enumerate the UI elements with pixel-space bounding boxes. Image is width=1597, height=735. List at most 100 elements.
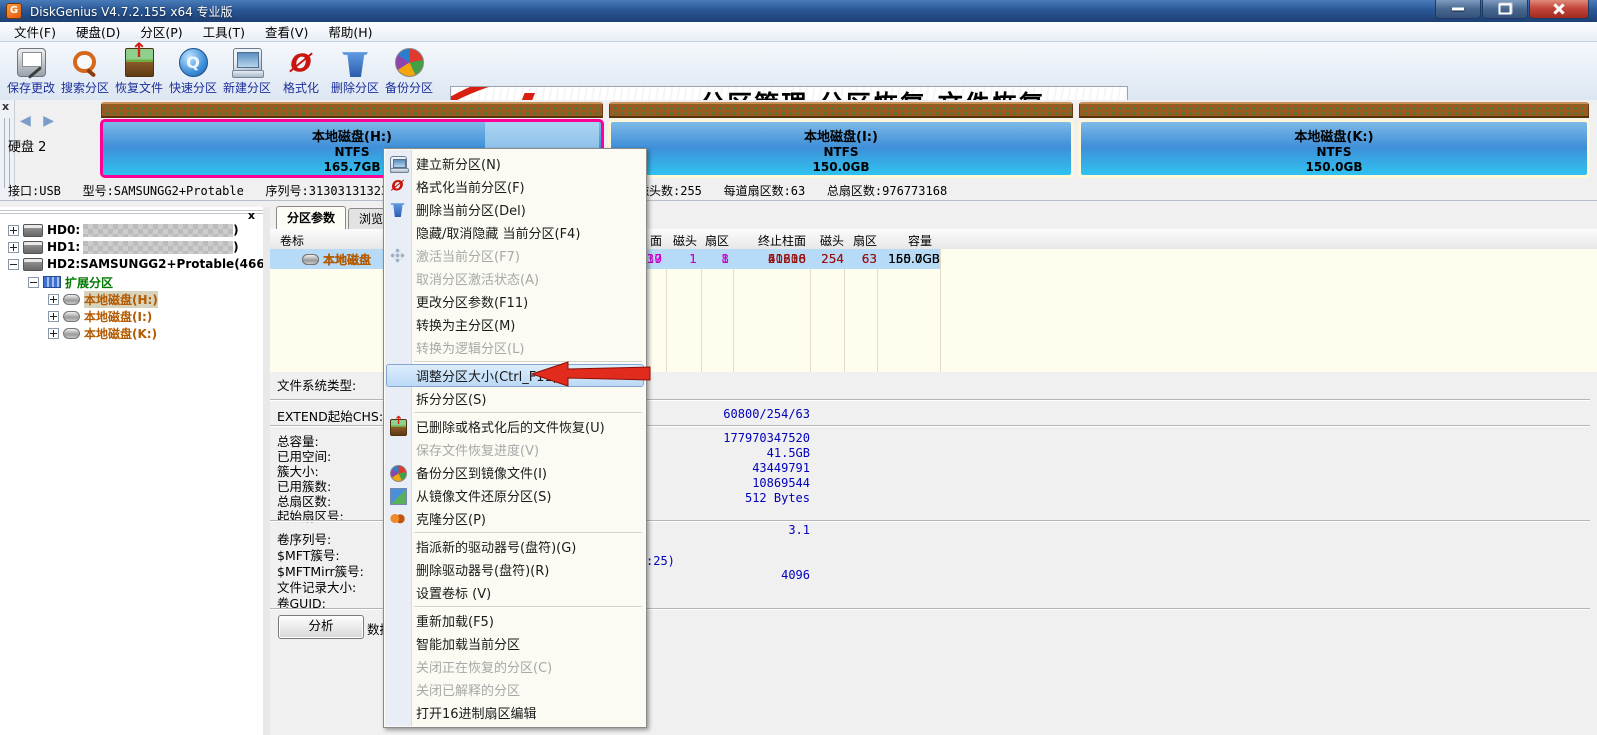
- context-menu-item[interactable]: 激活当前分区(F7): [384, 244, 646, 267]
- menu-item-icon: [390, 294, 405, 309]
- toolbar-button[interactable]: 备份分区: [382, 44, 436, 98]
- menu-item-icon: [390, 340, 405, 355]
- tree-close-icon[interactable]: x: [248, 209, 255, 222]
- red-arrow-annotation: [530, 360, 652, 388]
- column-header[interactable]: 卷标: [280, 232, 304, 249]
- dock-close-icon[interactable]: x: [2, 101, 9, 112]
- toolbar-button[interactable]: 恢复文件: [112, 44, 166, 98]
- toolbar-button-label: 搜索分区: [61, 79, 109, 96]
- context-menu-item[interactable]: 关闭已解释的分区: [384, 678, 646, 701]
- context-menu-item[interactable]: 指派新的驱动器号(盘符)(G): [384, 535, 646, 558]
- menu-item-icon: [390, 585, 405, 600]
- context-menu-item[interactable]: 重新加载(F5): [384, 609, 646, 632]
- expand-icon[interactable]: [8, 225, 19, 236]
- context-menu-item[interactable]: 设置卷标 (V): [384, 581, 646, 604]
- tab-partition-params[interactable]: 分区参数: [276, 206, 346, 229]
- context-menu-item[interactable]: 转换为逻辑分区(L): [384, 336, 646, 359]
- context-menu-item[interactable]: 建立新分区(N): [384, 152, 646, 175]
- toolbar-icon: [233, 48, 262, 77]
- menu-item-icon: [390, 613, 405, 628]
- detail-label: 总扇区数:: [277, 491, 344, 506]
- minimize-button[interactable]: [1435, 0, 1481, 19]
- context-menu-item[interactable]: 更改分区参数(F11): [384, 290, 646, 313]
- collapse-icon[interactable]: [8, 259, 19, 270]
- menu-bar-item[interactable]: 查看(V): [255, 20, 318, 43]
- toolbar-button[interactable]: 快速分区: [166, 44, 220, 98]
- detail-label: 卷序列号:: [277, 529, 364, 545]
- disk-type-bar: [1079, 102, 1589, 118]
- context-menu-item[interactable]: 删除驱动器号(盘符)(R): [384, 558, 646, 581]
- close-button[interactable]: [1529, 0, 1589, 19]
- context-menu-item[interactable]: 关闭正在恢复的分区(C): [384, 655, 646, 678]
- column-header[interactable]: 扇区: [705, 232, 729, 249]
- detail-label: 文件记录大小:: [277, 577, 364, 593]
- context-menu-item[interactable]: 备份分区到镜像文件(I): [384, 461, 646, 484]
- toolbar-button-label: 删除分区: [331, 79, 379, 96]
- toolbar-button[interactable]: 删除分区: [328, 44, 382, 98]
- context-menu-item[interactable]: 从镜像文件还原分区(S): [384, 484, 646, 507]
- analyze-button[interactable]: 分析: [278, 615, 364, 639]
- expand-icon[interactable]: [48, 311, 59, 322]
- restore-button[interactable]: [1482, 0, 1528, 19]
- toolbar-button[interactable]: 格式化: [274, 44, 328, 98]
- menu-item-icon: [390, 488, 407, 505]
- tree-item-extended[interactable]: 扩展分区: [28, 274, 113, 290]
- harddisk-icon: [23, 258, 43, 271]
- column-header[interactable]: 终止柱面: [758, 232, 806, 249]
- column-header[interactable]: 容量: [908, 232, 932, 249]
- tree-item-hd1[interactable]: HD1: ): [8, 239, 239, 255]
- tree-item-hd2[interactable]: HD2:SAMSUNGG2+Protable(466GB): [8, 256, 289, 272]
- toolbar: 保存更改 搜索分区 恢复文件 快速分区: [0, 42, 1597, 101]
- app-icon: G: [6, 3, 22, 19]
- tree-item-disk-k[interactable]: 本地磁盘(K:): [48, 325, 157, 341]
- context-menu-item[interactable]: 取消分区激活状态(A): [384, 267, 646, 290]
- toolbar-icon: [179, 48, 208, 77]
- column-header[interactable]: 磁头: [673, 232, 697, 249]
- context-menu-item[interactable]: 拆分分区(S): [384, 387, 646, 410]
- expand-icon[interactable]: [48, 294, 59, 305]
- disk-nav-arrows[interactable]: ◀ ▶: [20, 113, 58, 129]
- tree-item-disk-i[interactable]: 本地磁盘(I:): [48, 308, 152, 324]
- detail-label: 卷GUID:: [277, 593, 364, 609]
- expand-icon[interactable]: [48, 328, 59, 339]
- menu-bar-item[interactable]: 工具(T): [193, 20, 255, 43]
- toolbar-button-label: 格式化: [283, 79, 319, 96]
- menu-item-icon: [390, 442, 405, 457]
- context-menu-item[interactable]: 智能加载当前分区: [384, 632, 646, 655]
- menu-bar-item[interactable]: 文件(F): [4, 20, 66, 43]
- context-menu-item[interactable]: 隐藏/取消隐藏 当前分区(F4): [384, 221, 646, 244]
- toolbar-button[interactable]: 保存更改: [4, 44, 58, 98]
- context-menu-item[interactable]: 已删除或格式化后的文件恢复(U): [384, 415, 646, 438]
- collapse-icon[interactable]: [28, 277, 39, 288]
- partition-block-k[interactable]: 本地磁盘(K:) NTFS 150.0GB: [1078, 102, 1590, 178]
- partition-size: 150.0GB: [1081, 160, 1587, 175]
- context-menu-item[interactable]: 克隆分区(P): [384, 507, 646, 530]
- toolbar-button-label: 保存更改: [7, 79, 55, 96]
- menu-bar: 文件(F)硬盘(D)分区(P)工具(T)查看(V)帮助(H): [0, 22, 1597, 42]
- partition-fs: NTFS: [611, 145, 1071, 160]
- context-menu-item[interactable]: 打开16进制扇区编辑: [384, 701, 646, 724]
- menu-bar-item[interactable]: 帮助(H): [318, 20, 382, 43]
- context-menu-item[interactable]: 保存文件恢复进度(V): [384, 438, 646, 461]
- column-header[interactable]: 扇区: [853, 232, 877, 249]
- column-header[interactable]: 面: [650, 232, 662, 249]
- context-menu-item[interactable]: 删除当前分区(Del): [384, 198, 646, 221]
- context-menu-item[interactable]: 转换为主分区(M): [384, 313, 646, 336]
- column-header[interactable]: 磁头: [820, 232, 844, 249]
- detail-value: 10869544: [752, 476, 810, 490]
- detail-value: 512 Bytes: [745, 491, 810, 505]
- partition-name: 本地磁盘(K:): [1081, 122, 1587, 145]
- toolbar-button[interactable]: 新建分区: [220, 44, 274, 98]
- tree-item-hd0[interactable]: HD0: ): [8, 222, 239, 238]
- menu-bar-item[interactable]: 硬盘(D): [66, 20, 130, 43]
- tree-item-disk-h[interactable]: 本地磁盘(H:): [48, 291, 158, 307]
- partition-block-i[interactable]: 本地磁盘(I:) NTFS 150.0GB: [608, 102, 1074, 178]
- expand-icon[interactable]: [8, 242, 19, 253]
- context-menu: 建立新分区(N) 格式化当前分区(F) 删除当前分区(Del) 隐藏/取消隐藏 …: [383, 148, 647, 728]
- toolbar-button[interactable]: 搜索分区: [58, 44, 112, 98]
- menu-item-icon: [390, 156, 407, 173]
- context-menu-item[interactable]: 格式化当前分区(F): [384, 175, 646, 198]
- detail-value: 43449791: [752, 461, 810, 475]
- detail-value: 4096: [781, 568, 810, 582]
- detail-label: 已用空间:: [277, 446, 344, 461]
